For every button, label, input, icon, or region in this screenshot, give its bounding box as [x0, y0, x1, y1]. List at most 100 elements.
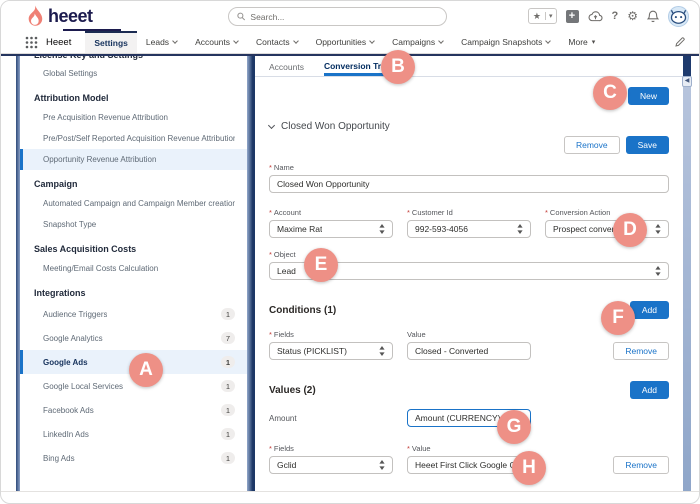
conversion-action-select[interactable]: Prospect converti [545, 220, 669, 238]
name-field[interactable] [269, 175, 669, 193]
select-stepper-icon [655, 224, 661, 234]
count-badge: 1 [221, 308, 235, 320]
condition-value-field[interactable] [407, 342, 531, 360]
notifications-bell-icon[interactable] [647, 10, 659, 23]
integration-tabs: Accounts Conversion Triggers [255, 56, 683, 77]
sidebar-item-global-settings[interactable]: Global Settings [20, 63, 247, 84]
condition-fields-select[interactable]: Status (PICKLIST) [269, 342, 393, 360]
sidebar-item-pre-acquisition[interactable]: Pre Acquisition Revenue Attribution [20, 107, 247, 128]
select-stepper-icon [379, 346, 385, 356]
remove-value-button[interactable]: Remove [613, 456, 669, 474]
nav-tab-more[interactable]: More ▾ [559, 31, 604, 53]
value-value-input[interactable] [415, 460, 523, 470]
favorites-control[interactable]: ★ ▾ [527, 8, 557, 24]
chevron-down-icon [267, 121, 276, 129]
scrollbar-thumb[interactable] [683, 56, 691, 76]
value-value-label: * Value [407, 444, 431, 453]
select-stepper-icon [517, 224, 523, 234]
sidebar-item-google-analytics[interactable]: Google Analytics 7 [20, 326, 247, 350]
app-launcher-icon[interactable] [25, 36, 38, 49]
caret-down-icon: ▾ [591, 39, 596, 46]
global-header: heeet ★ ▾ + ? ⚙ [1, 1, 699, 32]
nav-tab-opportunities[interactable]: Opportunities [307, 31, 384, 53]
sidebar-item-opportunity-revenue[interactable]: Opportunity Revenue Attribution [20, 149, 247, 170]
name-label: * Name [269, 163, 294, 172]
annotation-circle-b: B [381, 50, 415, 84]
sidebar-scrollbar[interactable] [247, 56, 255, 491]
settings-sidebar: License Key and Settings Global Settings… [20, 56, 247, 491]
chevron-down-icon [172, 38, 178, 44]
condition-value-input[interactable] [415, 346, 523, 356]
annotation-circle-e: E [304, 248, 338, 282]
nav-tab-contacts[interactable]: Contacts [247, 31, 307, 53]
sidebar-item-linkedin-ads[interactable]: LinkedIn Ads 1 [20, 422, 247, 446]
sidebar-header-attribution-model: Attribution Model [34, 93, 109, 103]
count-badge: 1 [221, 404, 235, 416]
annotation-circle-d: D [613, 213, 647, 247]
header-utilities: ★ ▾ + ? ⚙ [527, 5, 689, 27]
nav-tab-settings[interactable]: Settings [85, 31, 137, 53]
chevron-down-icon [545, 38, 552, 44]
clipped-section-header: License Key and Settings [20, 56, 247, 63]
content-area: License Key and Settings Global Settings… [1, 54, 699, 492]
value-fields-label: * Fields [269, 444, 294, 453]
flame-icon [28, 5, 43, 26]
logo-wordmark: heeet [48, 6, 93, 26]
trigger-section-toggle[interactable]: Closed Won Opportunity [267, 121, 669, 132]
count-badge: 7 [221, 332, 235, 344]
annotation-circle-c: C [593, 76, 627, 110]
account-select[interactable]: Maxime Rat [269, 220, 393, 238]
select-stepper-icon [379, 460, 385, 470]
conditions-heading: Conditions (1) [269, 304, 337, 316]
chevron-down-icon [233, 38, 239, 44]
app-name[interactable]: Heeet [46, 37, 71, 48]
annotation-circle-h: H [512, 451, 546, 485]
remove-condition-button[interactable]: Remove [613, 342, 669, 360]
select-stepper-icon [379, 224, 385, 234]
setup-gear-icon[interactable]: ⚙ [627, 9, 638, 23]
amount-label: Amount [269, 413, 297, 423]
annotation-circle-g: G [497, 410, 531, 444]
chevron-down-icon [292, 38, 299, 44]
favorites-caret-icon[interactable]: ▾ [544, 12, 556, 20]
app-window: heeet ★ ▾ + ? ⚙ [0, 0, 700, 504]
remove-trigger-button[interactable]: Remove [563, 136, 620, 154]
new-button[interactable]: New [627, 87, 669, 105]
sidebar-header-sales-acquisition-costs: Sales Acquisition Costs [34, 244, 137, 254]
sidebar-item-pre-post-self[interactable]: Pre/Post/Self Reported Acquisition Reven… [20, 128, 247, 149]
user-avatar[interactable] [668, 5, 689, 27]
count-badge: 1 [221, 356, 235, 368]
help-icon[interactable]: ? [612, 10, 619, 22]
nav-tab-leads[interactable]: Leads [137, 31, 186, 53]
tab-accounts[interactable]: Accounts [269, 62, 304, 76]
search-input[interactable] [250, 11, 438, 22]
conversion-action-label: * Conversion Action [545, 208, 611, 217]
name-input[interactable] [277, 179, 661, 189]
sidebar-item-bing-ads[interactable]: Bing Ads 1 [20, 446, 247, 470]
annotation-circle-f: F [601, 301, 635, 335]
scrollbar-button[interactable]: ◀ [682, 76, 692, 87]
sidebar-item-automated-campaign[interactable]: Automated Campaign and Campaign Member c… [20, 193, 247, 214]
search-icon [237, 12, 246, 21]
global-actions-icon[interactable]: + [565, 9, 579, 23]
heeet-logo: heeet [23, 4, 121, 32]
sidebar-item-facebook-ads[interactable]: Facebook Ads 1 [20, 398, 247, 422]
guidance-center-icon[interactable] [588, 10, 603, 22]
value-fields-select[interactable]: Gclid [269, 456, 393, 474]
global-search[interactable] [228, 7, 447, 26]
main-scrollbar[interactable]: ◀ [682, 56, 692, 491]
sidebar-item-audience-triggers[interactable]: Audience Triggers 1 [20, 302, 247, 326]
select-stepper-icon [655, 266, 661, 276]
customer-id-select[interactable]: 992-593-4056 [407, 220, 531, 238]
sidebar-item-snapshot-type[interactable]: Snapshot Type [20, 214, 247, 235]
add-value-button[interactable]: Add [629, 381, 669, 399]
edit-pencil-icon[interactable] [675, 37, 685, 47]
nav-tab-campaign-snapshots[interactable]: Campaign Snapshots [452, 31, 559, 53]
count-badge: 1 [221, 428, 235, 440]
sidebar-item-meeting-email-costs[interactable]: Meeting/Email Costs Calculation [20, 258, 247, 279]
nav-tab-accounts[interactable]: Accounts [186, 31, 247, 53]
favorites-star-icon[interactable]: ★ [529, 11, 545, 22]
annotation-circle-a: A [129, 353, 163, 387]
add-condition-button[interactable]: Add [629, 301, 669, 319]
save-trigger-button[interactable]: Save [625, 136, 669, 154]
